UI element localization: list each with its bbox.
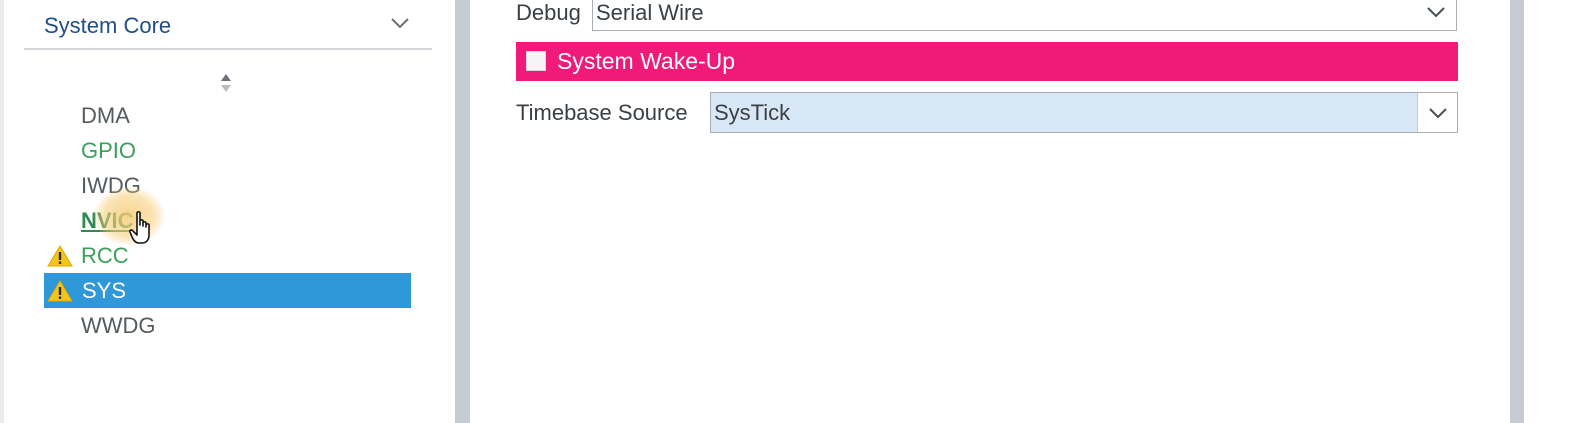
category-title: System Core — [44, 13, 172, 38]
timebase-select[interactable]: SysTick — [710, 92, 1458, 133]
panel-border-right — [1510, 0, 1524, 423]
list-item-iwdg[interactable]: IWDG — [44, 168, 411, 203]
list-item-sys[interactable]: SYS — [44, 273, 411, 308]
category-header[interactable]: System Core — [24, 0, 432, 50]
item-label: NVIC — [81, 208, 134, 233]
panel-splitter[interactable] — [455, 0, 470, 423]
list-item-gpio[interactable]: GPIO — [44, 133, 411, 168]
item-label: GPIO — [81, 138, 137, 163]
chevron-down-icon — [1427, 6, 1445, 17]
item-label: IWDG — [81, 173, 141, 198]
list-item-nvic[interactable]: NVIC — [44, 203, 411, 238]
item-label: DMA — [81, 103, 130, 128]
stm32cube-config-view: System Core DMA GPIO IWDG NVIC RCC SYS W… — [0, 0, 1593, 423]
system-wakeup-row[interactable]: System Wake-Up — [516, 42, 1458, 81]
chevron-down-icon — [1429, 107, 1447, 118]
list-item-wwdg[interactable]: WWDG — [44, 308, 411, 343]
item-label: SYS — [82, 278, 127, 303]
side-gutter — [1524, 0, 1593, 423]
debug-value: Serial Wire — [596, 0, 704, 25]
item-label: RCC — [81, 243, 129, 268]
list-item-rcc[interactable]: RCC — [44, 238, 411, 273]
warning-icon — [47, 245, 73, 267]
list-item-dma[interactable]: DMA — [44, 98, 411, 133]
timebase-dropdown-button[interactable] — [1417, 93, 1457, 132]
sys-config-panel: Debug Serial Wire System Wake-Up Timebas… — [470, 0, 1510, 423]
timebase-value: SysTick — [714, 100, 791, 125]
system-wakeup-label: System Wake-Up — [557, 48, 736, 74]
chevron-down-icon[interactable] — [390, 16, 410, 30]
peripheral-list: DMA GPIO IWDG NVIC RCC SYS WWDG — [44, 98, 411, 343]
sort-arrows-icon[interactable] — [218, 72, 234, 94]
timebase-label: Timebase Source — [516, 100, 688, 125]
system-wakeup-checkbox[interactable] — [526, 51, 546, 71]
warning-icon — [47, 280, 73, 302]
item-label: WWDG — [81, 313, 156, 338]
debug-dropdown-button[interactable] — [1416, 0, 1456, 30]
debug-select[interactable]: Serial Wire — [592, 0, 1457, 31]
debug-label: Debug — [516, 0, 581, 25]
peripheral-panel: System Core DMA GPIO IWDG NVIC RCC SYS W… — [0, 0, 455, 423]
panel-edge — [0, 0, 4, 423]
